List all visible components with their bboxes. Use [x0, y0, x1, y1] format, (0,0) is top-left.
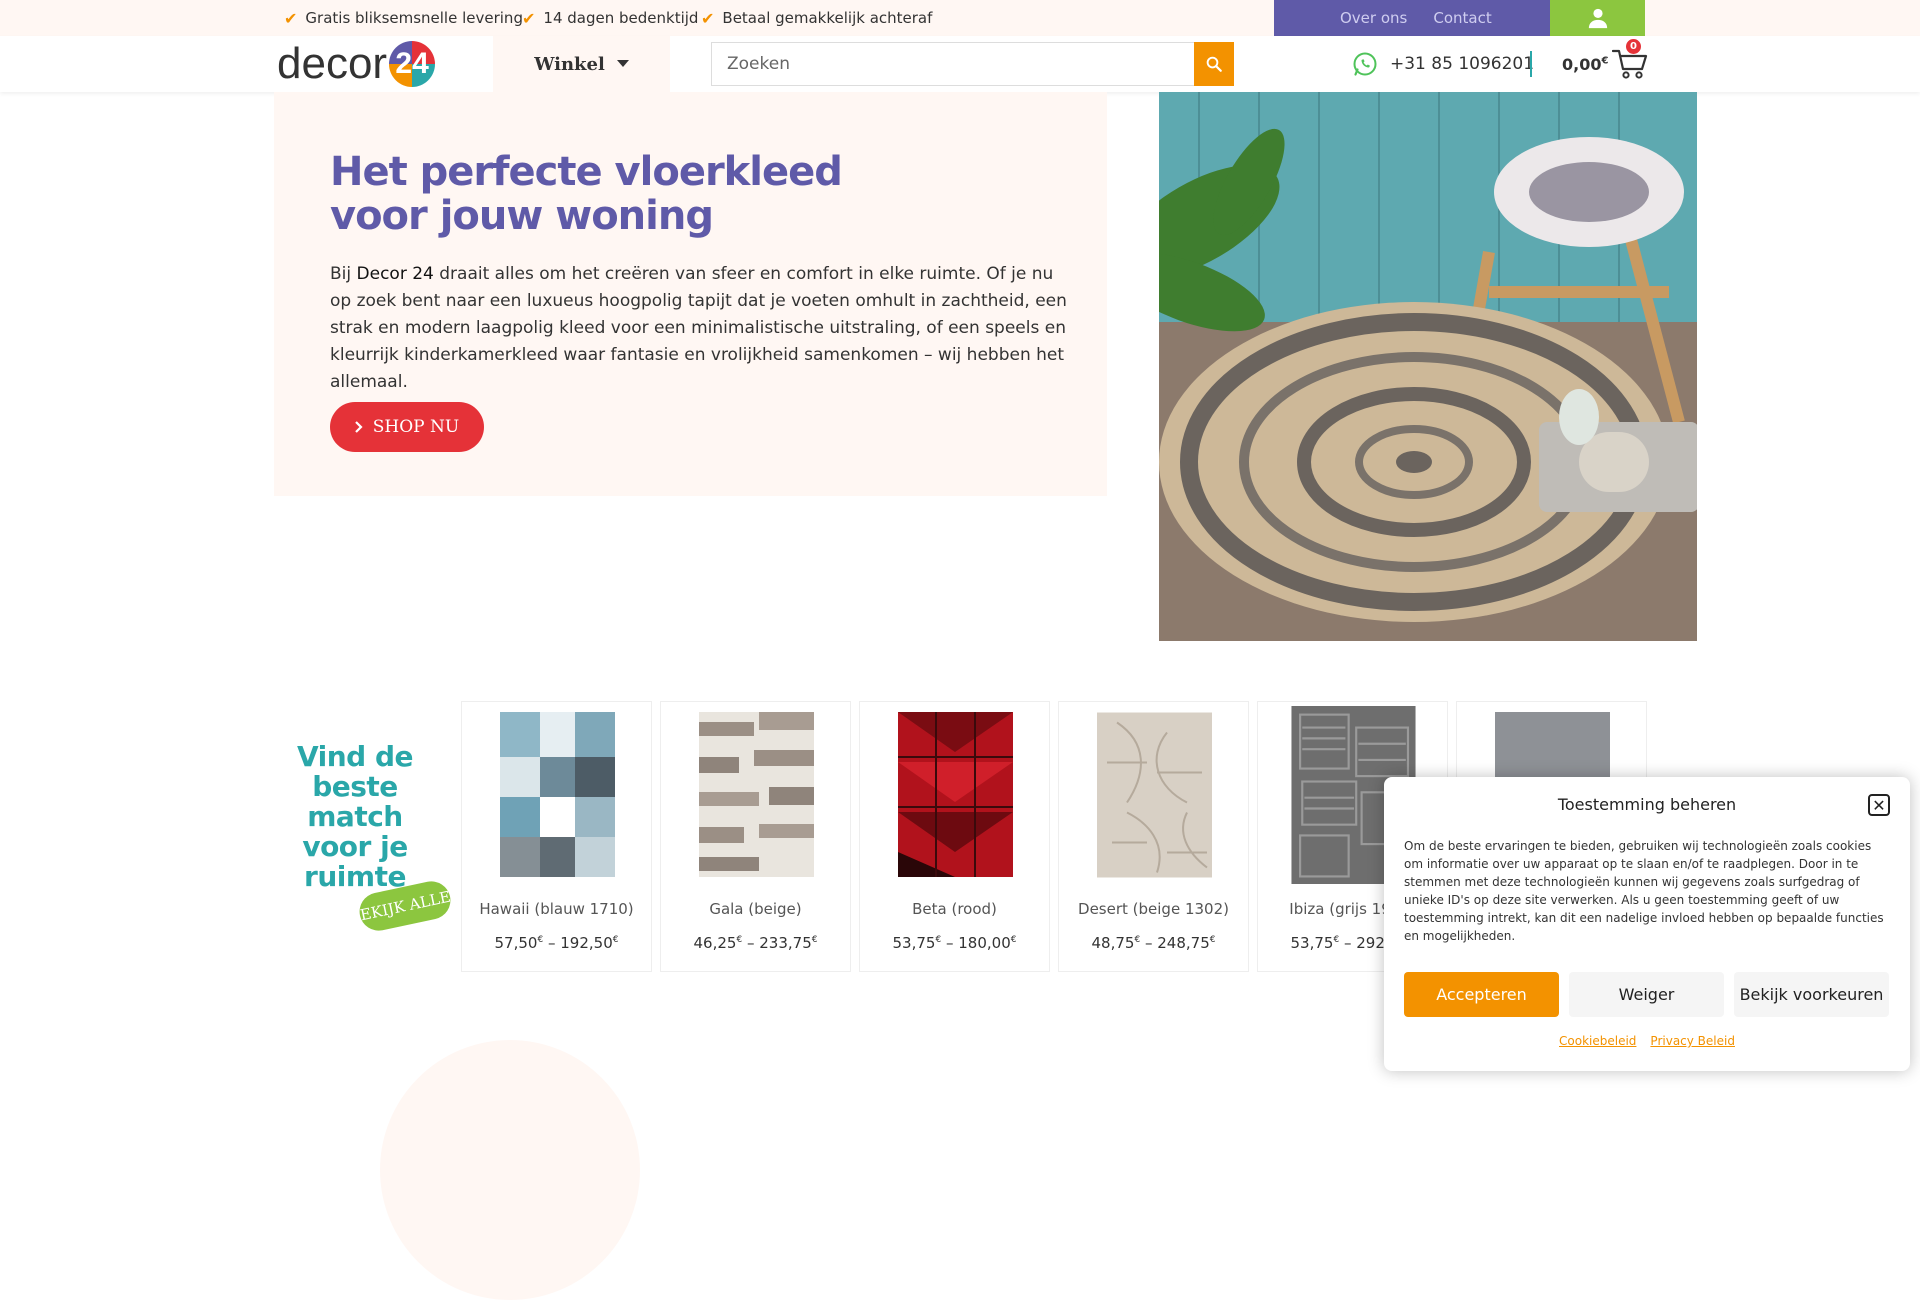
product-name: Desert (beige 1302): [1078, 900, 1229, 918]
product-name: Gala (beige): [709, 900, 802, 918]
shop-menu-label: Winkel: [534, 53, 605, 75]
product-price: 46,25€ – 233,75€: [693, 934, 818, 952]
product-card[interactable]: Desert (beige 1302) 48,75€ – 248,75€: [1058, 701, 1249, 972]
hero-text: Bij Decor 24 draait alles om het creëren…: [330, 264, 1067, 392]
product-image: [898, 712, 1013, 877]
header-divider: [1530, 51, 1532, 77]
product-name: Hawaii (blauw 1710): [479, 900, 634, 918]
usp-label: Gratis bliksemsnelle levering: [305, 9, 523, 27]
product-price: 48,75€ – 248,75€: [1091, 934, 1216, 952]
nav-link-contact[interactable]: Contact: [1433, 9, 1491, 27]
product-image: [699, 712, 814, 877]
chevron-down-icon: [616, 60, 629, 67]
product-image: [500, 712, 615, 877]
usp-payment: ✔ Betaal gemakkelijk achteraf: [701, 0, 932, 36]
chevron-right-icon: [354, 421, 363, 433]
product-name: Beta (rood): [912, 900, 997, 918]
cookie-policy-link[interactable]: Cookiebeleid: [1559, 1034, 1636, 1048]
search-icon: [1206, 56, 1222, 72]
whatsapp-icon: [1353, 52, 1377, 76]
product-card[interactable]: Beta (rood) 53,75€ – 180,00€: [859, 701, 1050, 972]
hero-image: [1159, 92, 1697, 641]
hero-title: Het perfecte vloerkleed voor jouw woning: [330, 149, 843, 239]
products-section-title: Vind de beste match voor je ruimte: [296, 740, 414, 893]
shop-now-label: SHOP NU: [372, 417, 460, 437]
cookie-text: Om de beste ervaringen te bieden, gebrui…: [1404, 839, 1884, 943]
accept-cookies-button[interactable]: Accepteren: [1404, 972, 1559, 1017]
usp-label: Betaal gemakkelijk achteraf: [722, 9, 933, 27]
shop-menu-button[interactable]: Winkel: [493, 36, 670, 92]
check-icon: ✔: [284, 8, 298, 28]
logo-text: decor: [277, 39, 388, 88]
search-button[interactable]: [1194, 42, 1234, 86]
logo[interactable]: decor 24: [277, 39, 436, 88]
nav-link-over-ons[interactable]: Over ons: [1340, 9, 1407, 27]
top-nav: Over ons Contact: [1274, 0, 1550, 36]
cookie-links: Cookiebeleid Privacy Beleid: [1384, 1034, 1910, 1048]
brand-name: Decor 24: [356, 264, 434, 284]
usp-delivery: ✔ Gratis bliksemsnelle levering: [284, 0, 523, 36]
privacy-policy-link[interactable]: Privacy Beleid: [1650, 1034, 1735, 1048]
account-button[interactable]: [1550, 0, 1645, 36]
cookie-title: Toestemming beheren: [1557, 795, 1737, 814]
shop-now-button[interactable]: SHOP NU: [330, 402, 484, 452]
phone-number: +31 85 1096201: [1390, 54, 1535, 74]
product-image: [1097, 712, 1212, 878]
logo-badge: 24: [389, 41, 436, 87]
check-icon: ✔: [701, 8, 715, 28]
close-icon[interactable]: ✕: [1868, 794, 1890, 816]
usp-return: ✔ 14 dagen bedenktijd: [522, 0, 698, 36]
deny-cookies-button[interactable]: Weiger: [1569, 972, 1724, 1017]
decorative-circle: [380, 1040, 640, 1300]
phone-link[interactable]: +31 85 1096201: [1352, 50, 1534, 78]
cart-count-badge: 0: [1626, 39, 1641, 54]
usp-label: 14 dagen bedenktijd: [543, 9, 699, 27]
cookie-preferences-button[interactable]: Bekijk voorkeuren: [1734, 972, 1889, 1017]
search-box: [711, 42, 1196, 86]
cart-amount: 0,00€: [1562, 54, 1609, 74]
product-card[interactable]: Gala (beige) 46,25€ – 233,75€: [660, 701, 851, 972]
product-card[interactable]: Hawaii (blauw 1710) 57,50€ – 192,50€: [461, 701, 652, 972]
user-icon: [1588, 8, 1607, 29]
product-price: 57,50€ – 192,50€: [494, 934, 619, 952]
search-input[interactable]: [712, 43, 1195, 85]
check-icon: ✔: [522, 8, 536, 28]
product-price: 53,75€ – 180,00€: [892, 934, 1017, 952]
cookie-consent-dialog: Toestemming beheren ✕ Om de beste ervari…: [1384, 777, 1910, 1071]
